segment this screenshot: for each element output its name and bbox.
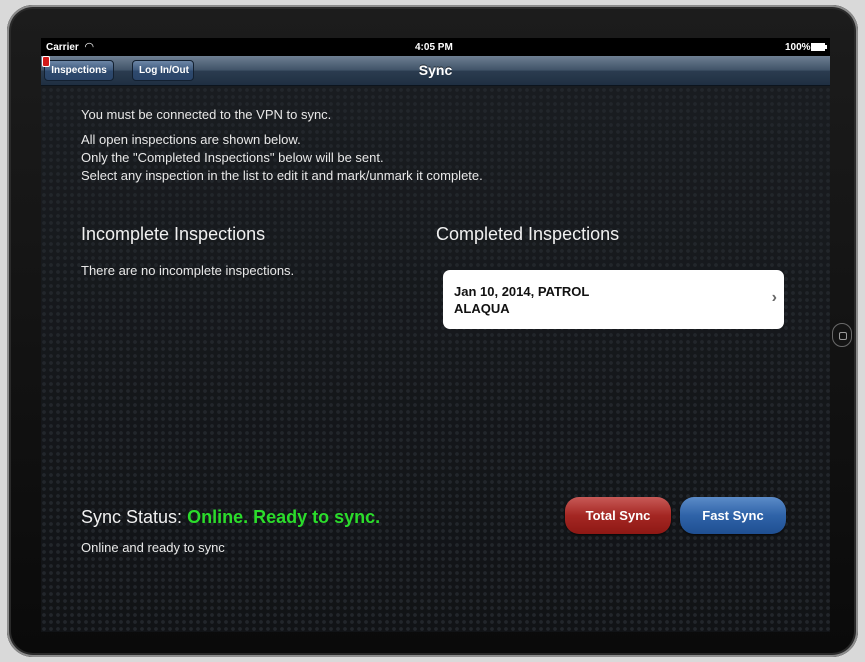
navigation-bar: Inspections Log In/Out Sync: [41, 56, 830, 86]
sync-status-label: Sync Status:: [81, 507, 183, 527]
completed-heading: Completed Inspections: [436, 224, 620, 244]
app-screen: Carrier ◠ 4:05 PM 100% Inspections Log I…: [41, 38, 830, 632]
status-bar: Carrier ◠ 4:05 PM 100%: [41, 38, 830, 56]
battery-percent: 100%: [785, 42, 811, 53]
battery-icon: [811, 43, 827, 51]
sync-status-detail: Online and ready to sync: [81, 540, 225, 555]
fast-sync-button[interactable]: Fast Sync: [680, 497, 786, 534]
chevron-right-icon: ›: [771, 289, 777, 306]
sync-status-value: Online. Ready to sync.: [187, 507, 381, 527]
carrier-label: Carrier: [46, 42, 79, 53]
page-title: Sync: [418, 62, 453, 78]
instruction-line-3: Select any inspection in the list to edi…: [81, 168, 483, 183]
instruction-line-2: Only the "Completed Inspections" below w…: [81, 150, 384, 165]
incomplete-heading: Incomplete Inspections: [81, 224, 266, 244]
home-button[interactable]: [832, 323, 852, 347]
vpn-notice: You must be connected to the VPN to sync…: [81, 107, 332, 122]
completed-inspection-item[interactable]: Jan 10, 2014, PATROL ALAQUA ›: [443, 270, 784, 329]
instruction-line-1: All open inspections are shown below.: [81, 132, 301, 147]
inspection-date-type: Jan 10, 2014, PATROL: [454, 284, 590, 299]
total-sync-button[interactable]: Total Sync: [565, 497, 671, 534]
incomplete-empty-message: There are no incomplete inspections.: [81, 263, 295, 278]
clock: 4:05 PM: [415, 42, 453, 53]
sync-status: Sync Status: Online. Ready to sync.: [81, 507, 380, 528]
inspection-location: ALAQUA: [454, 301, 510, 316]
wifi-icon: ◠: [85, 41, 94, 53]
